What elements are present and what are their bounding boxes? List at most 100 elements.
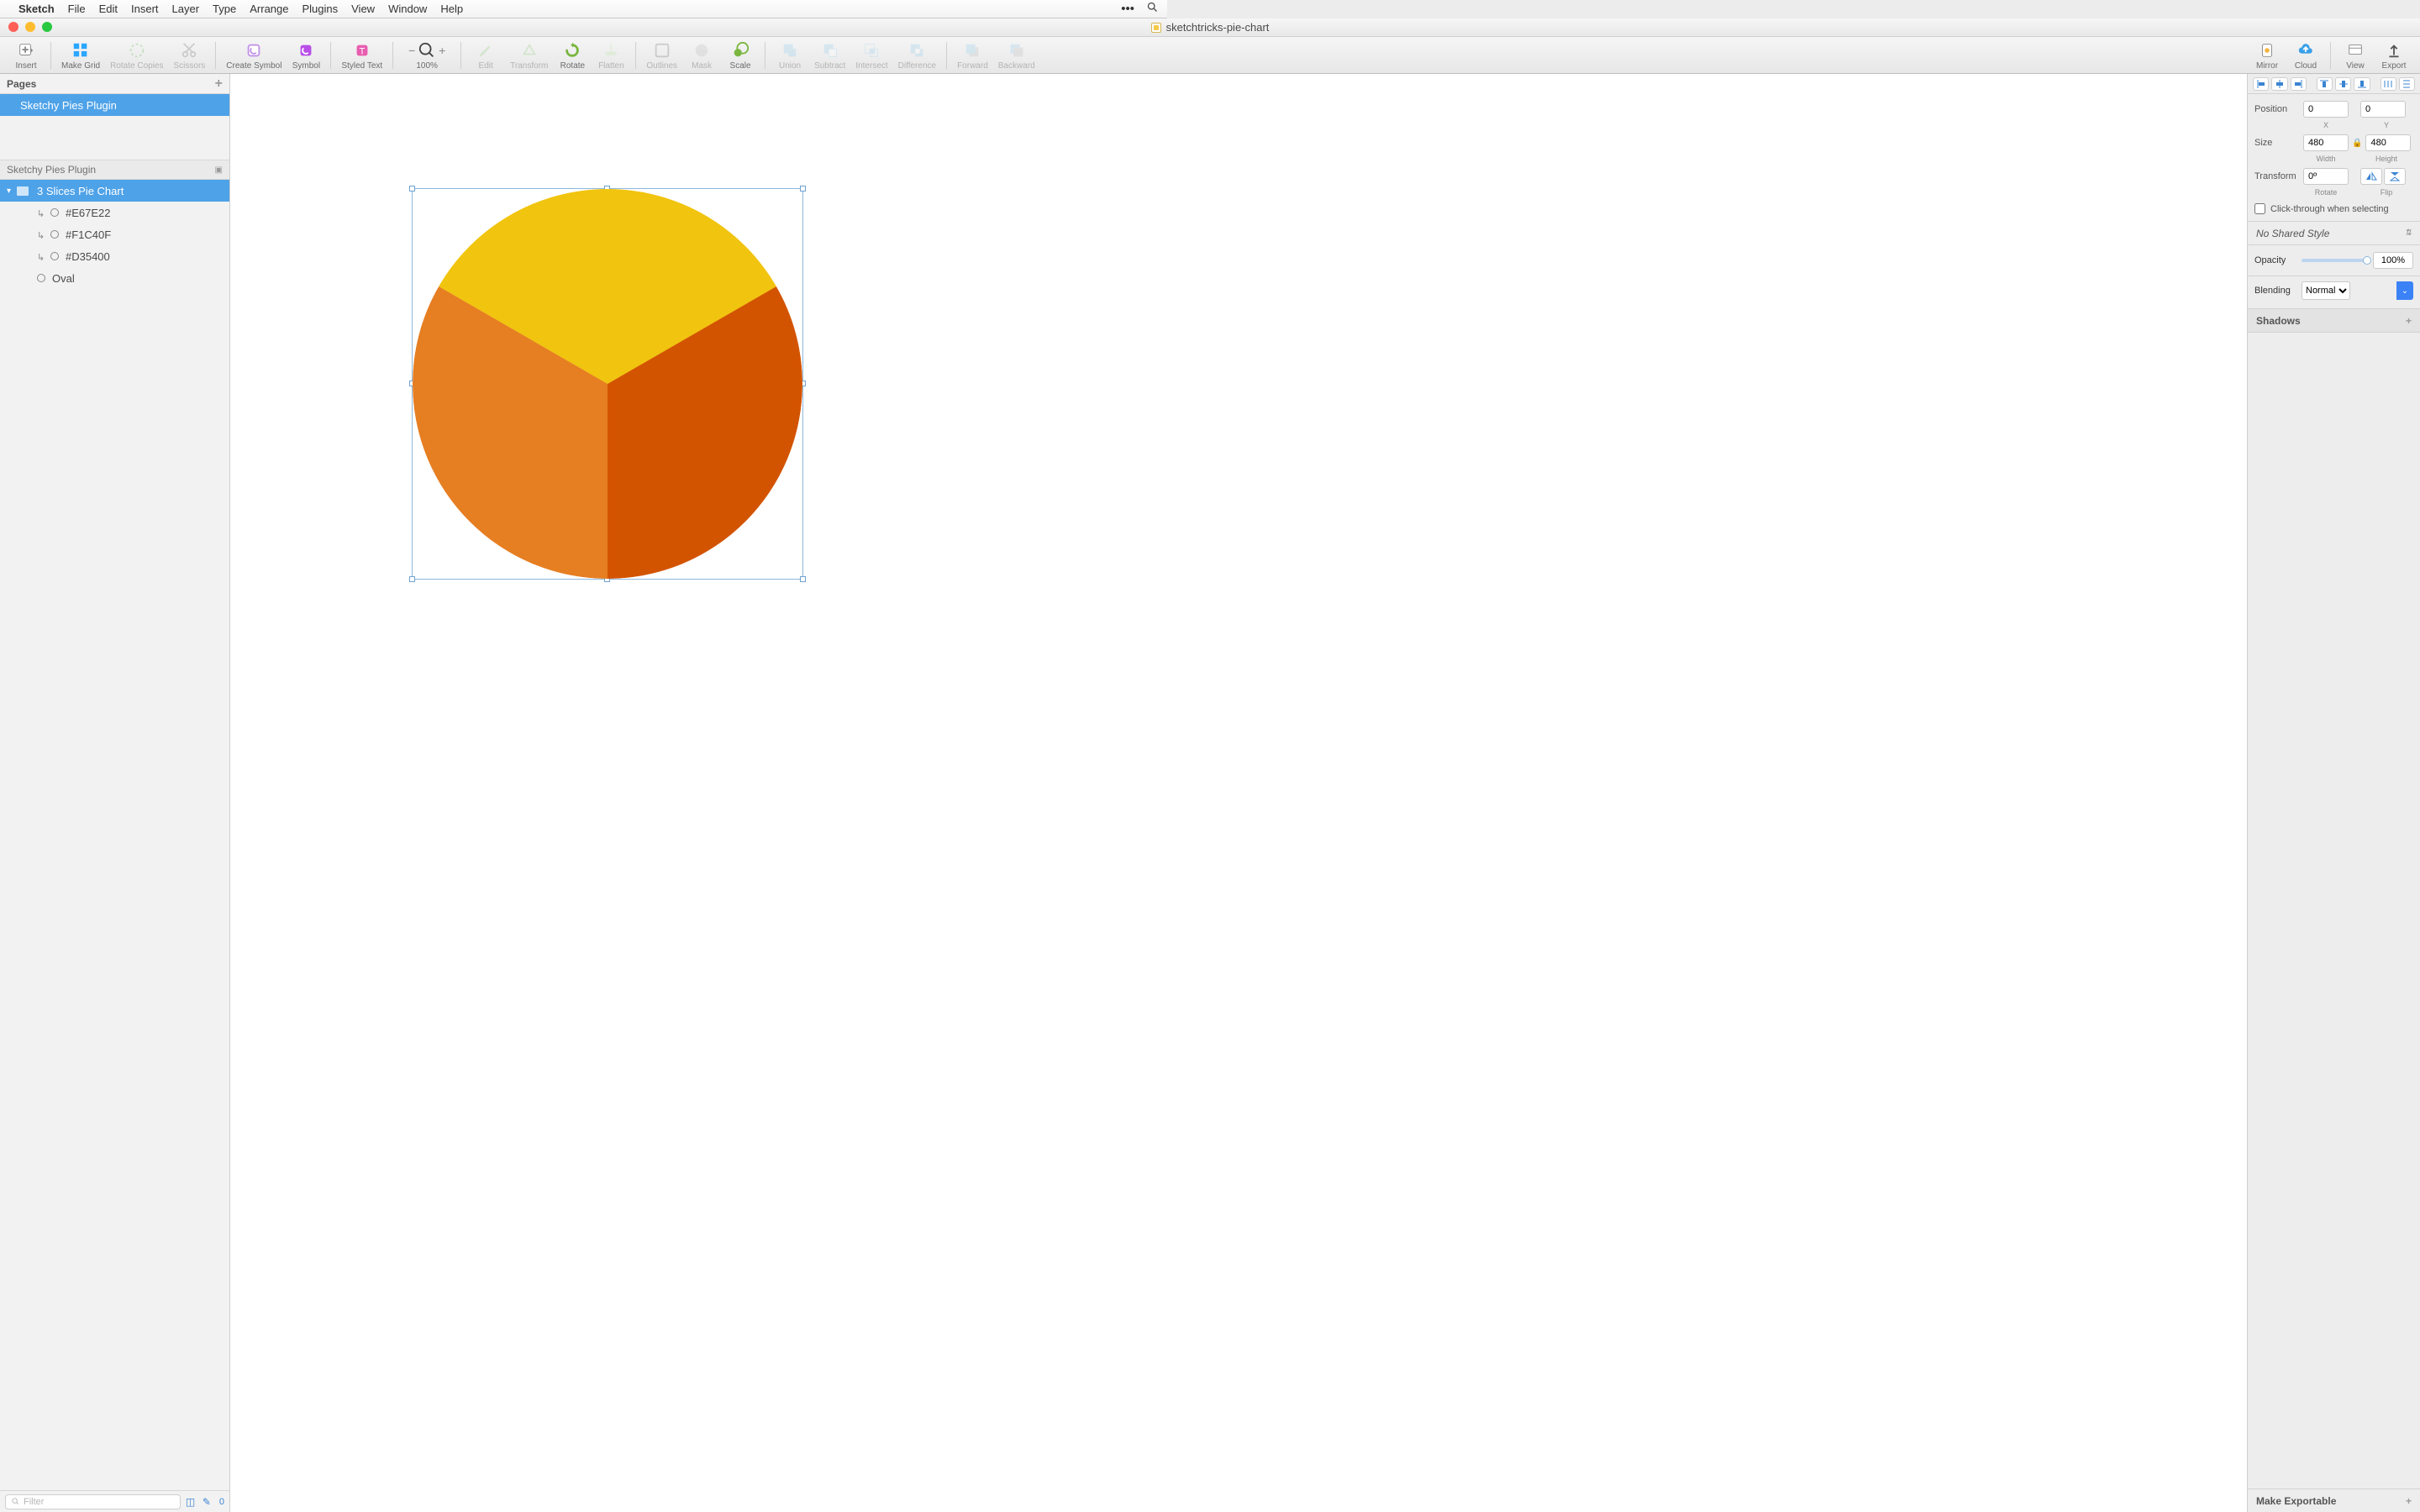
align-left-icon[interactable] [2253, 77, 2269, 91]
edit-button[interactable]: Edit [471, 40, 500, 71]
opacity-field[interactable] [2373, 252, 2413, 269]
align-right-icon[interactable] [2291, 77, 2307, 91]
view-label: View [2346, 61, 2365, 71]
oval-icon [50, 208, 59, 217]
zoom-icon[interactable] [42, 22, 52, 32]
difference-button[interactable]: Difference [898, 40, 936, 71]
export-filter-icon[interactable]: ✎ [203, 1496, 214, 1508]
menu-file[interactable]: File [68, 3, 86, 15]
chevron-down-icon[interactable]: ▾ [7, 186, 17, 196]
align-vcenter-icon[interactable] [2335, 77, 2351, 91]
main: Pages + Sketchy Pies Plugin Sketchy Pies… [0, 74, 2420, 1512]
opacity-slider[interactable] [2302, 259, 2366, 262]
backward-button[interactable]: Backward [998, 40, 1035, 71]
traffic-lights[interactable] [8, 22, 52, 32]
flatten-button[interactable]: Flatten [597, 40, 625, 71]
scissors-button[interactable]: Scissors [174, 40, 206, 71]
canvas[interactable] [230, 74, 2247, 1512]
layer-slice-2[interactable]: ↳ #F1C40F [0, 223, 229, 245]
zoom-control[interactable]: −+ 100% [403, 40, 450, 71]
difference-label: Difference [898, 61, 936, 71]
align-hcenter-icon[interactable] [2271, 77, 2287, 91]
add-page-icon[interactable]: + [215, 76, 223, 92]
spotlight-icon[interactable] [1146, 1, 1159, 17]
page-row[interactable]: Sketchy Pies Plugin [0, 94, 229, 116]
width-field[interactable] [2303, 134, 2349, 151]
menu-plugins[interactable]: Plugins [302, 3, 338, 15]
left-panel: Pages + Sketchy Pies Plugin Sketchy Pies… [0, 74, 230, 1512]
symbol-button[interactable]: Symbol [292, 40, 320, 71]
union-button[interactable]: Union [776, 40, 804, 71]
zoom-label: 100% [416, 61, 438, 71]
make-grid-label: Make Grid [61, 61, 100, 71]
filter-input[interactable]: Filter [5, 1494, 181, 1509]
layer-slice-1[interactable]: ↳ #E67E22 [0, 202, 229, 223]
menu-view[interactable]: View [351, 3, 375, 15]
union-label: Union [779, 61, 801, 71]
shadows-label: Shadows [2256, 315, 2301, 327]
filter-count: 0 [219, 1497, 224, 1507]
close-icon[interactable] [8, 22, 18, 32]
align-bottom-icon[interactable] [2354, 77, 2370, 91]
artboard-header[interactable]: Sketchy Pies Plugin ▣ [0, 160, 229, 180]
align-top-icon[interactable] [2317, 77, 2333, 91]
menu-arrange[interactable]: Arrange [250, 3, 288, 15]
subtract-button[interactable]: Subtract [814, 40, 845, 71]
filter-placeholder: Filter [24, 1497, 44, 1507]
slice-filter-icon[interactable]: ◫ [186, 1496, 197, 1508]
menu-layer[interactable]: Layer [172, 3, 200, 15]
menu-help[interactable]: Help [440, 3, 463, 15]
menu-app[interactable]: Sketch [18, 3, 55, 15]
mirror-button[interactable]: Mirror [2253, 40, 2281, 71]
flip-h-icon[interactable] [2360, 168, 2382, 185]
intersect-button[interactable]: Intersect [855, 40, 887, 71]
insert-button[interactable]: Insert [12, 40, 40, 71]
rotate-field[interactable] [2303, 168, 2349, 185]
layer-oval[interactable]: Oval [0, 267, 229, 289]
collapse-icon[interactable]: ▣ [215, 165, 223, 175]
transform-button[interactable]: Transform [510, 40, 548, 71]
pages-label: Pages [7, 78, 36, 90]
x-field[interactable] [2303, 101, 2349, 118]
blending-select[interactable]: Normal [2302, 281, 2350, 300]
forward-button[interactable]: Forward [957, 40, 988, 71]
layer-label: #F1C40F [66, 228, 111, 241]
minimize-icon[interactable] [25, 22, 35, 32]
styled-text-button[interactable]: T Styled Text [341, 40, 382, 71]
create-symbol-button[interactable]: Create Symbol [226, 40, 281, 71]
rotate-button[interactable]: Rotate [558, 40, 587, 71]
path-icon: ↳ [37, 252, 45, 260]
layer-label: #E67E22 [66, 207, 111, 219]
flip-sublabel: Flip [2364, 188, 2409, 197]
position-label: Position [2254, 104, 2303, 114]
make-exportable-header[interactable]: Make Exportable + [2248, 1488, 2420, 1512]
add-shadow-icon[interactable]: + [2406, 315, 2412, 327]
make-grid-button[interactable]: Make Grid [61, 40, 100, 71]
distribute-h-icon[interactable] [2381, 77, 2396, 91]
rotate-copies-button[interactable]: Rotate Copies [110, 40, 163, 71]
pie-chart[interactable] [413, 189, 802, 579]
export-label: Export [2382, 61, 2407, 71]
menu-type[interactable]: Type [213, 3, 236, 15]
layer-slice-3[interactable]: ↳ #D35400 [0, 245, 229, 267]
view-button[interactable]: View [2341, 40, 2370, 71]
menu-window[interactable]: Window [388, 3, 427, 15]
distribute-v-icon[interactable] [2399, 77, 2415, 91]
outlines-button[interactable]: Outlines [646, 40, 677, 71]
shadows-header[interactable]: Shadows + [2248, 309, 2420, 333]
scale-button[interactable]: Scale [726, 40, 755, 71]
mask-button[interactable]: Mask [687, 40, 716, 71]
cloud-button[interactable]: Cloud [2291, 40, 2320, 71]
lock-icon[interactable]: 🔒 [2352, 139, 2362, 148]
height-field[interactable] [2365, 134, 2411, 151]
shared-style-select[interactable]: No Shared Style ⇅ [2248, 222, 2420, 245]
menu-insert[interactable]: Insert [131, 3, 159, 15]
menu-edit[interactable]: Edit [99, 3, 118, 15]
add-export-icon[interactable]: + [2406, 1495, 2412, 1507]
layer-group[interactable]: ▾ 3 Slices Pie Chart [0, 180, 229, 202]
clickthrough-checkbox[interactable] [2254, 203, 2265, 214]
overflow-icon[interactable]: ••• [1121, 2, 1134, 16]
y-field[interactable] [2360, 101, 2406, 118]
flip-v-icon[interactable] [2384, 168, 2406, 185]
export-button[interactable]: Export [2380, 40, 2408, 71]
